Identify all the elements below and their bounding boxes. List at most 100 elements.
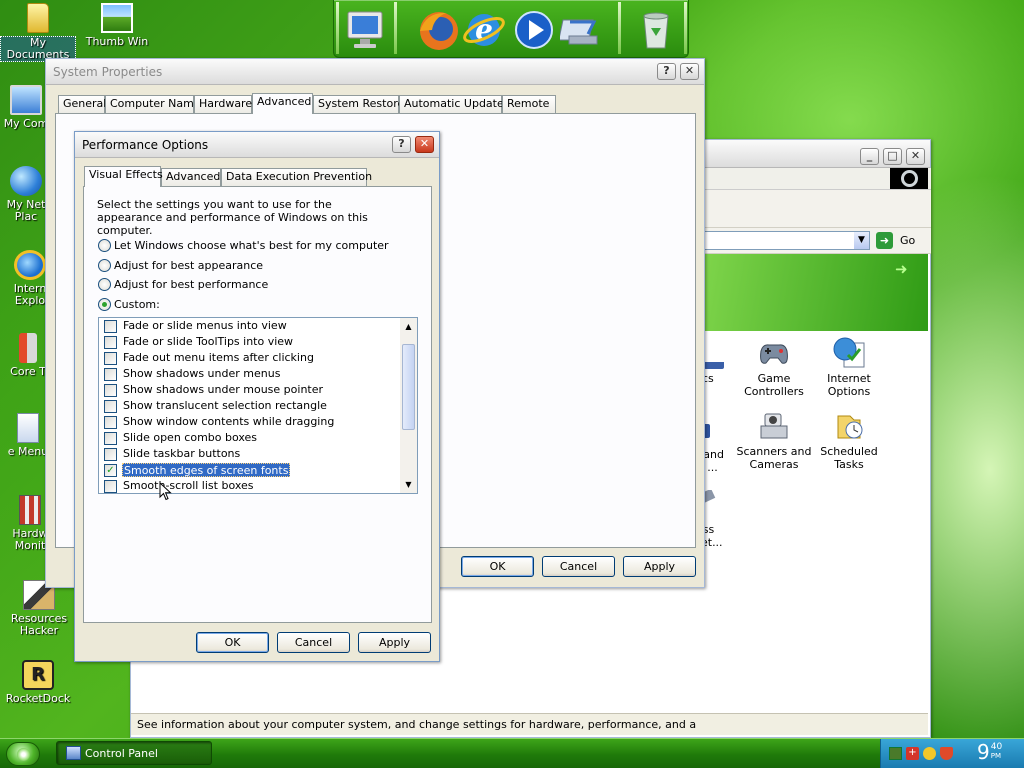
desktop-icon-resource-hacker[interactable]: Resources Hacker: [1, 580, 77, 637]
radio-label: Adjust for best appearance: [114, 259, 264, 272]
apply-button[interactable]: Apply: [623, 556, 696, 577]
apply-button[interactable]: Apply: [358, 632, 431, 653]
control-panel-item-label-line2: Tasks: [834, 458, 864, 471]
go-label: Go: [900, 234, 916, 247]
effect-option[interactable]: Show window contents while dragging: [104, 414, 400, 430]
effect-label: Smooth edges of screen fonts: [122, 463, 291, 477]
effect-option[interactable]: Smooth-scroll list boxes: [104, 478, 400, 493]
tab-remote[interactable]: Remote: [502, 95, 556, 113]
checkbox[interactable]: [104, 368, 117, 381]
effect-option[interactable]: Fade out menu items after clicking: [104, 350, 400, 366]
taskbar-button-control-panel[interactable]: Control Panel: [56, 741, 212, 765]
network-drive-icon[interactable]: [558, 6, 604, 52]
security-center-icon[interactable]: +: [906, 747, 919, 760]
effect-label: Fade or slide ToolTips into view: [123, 335, 294, 348]
maximize-button[interactable]: □: [883, 148, 902, 165]
desktop-icon-thumb-win[interactable]: Thumb Win: [79, 3, 155, 48]
scroll-up-button[interactable]: ▲: [400, 318, 417, 335]
radio-label: Custom:: [114, 298, 160, 311]
tab-data-execution-prevention[interactable]: Data Execution Prevention: [221, 168, 372, 186]
checkbox[interactable]: [104, 416, 117, 429]
network-icon: [10, 166, 42, 196]
control-panel-item-internet-options[interactable]: Internet Options: [810, 335, 888, 398]
checkbox[interactable]: [104, 448, 117, 461]
scroll-thumb[interactable]: [402, 344, 415, 430]
effect-label: Slide open combo boxes: [123, 431, 258, 444]
shield-icon[interactable]: [940, 747, 953, 760]
effect-option[interactable]: Show shadows under menus: [104, 366, 400, 382]
desktop-icon-rocketdock[interactable]: R RocketDock: [0, 660, 76, 705]
close-button[interactable]: ✕: [680, 63, 699, 80]
checkbox[interactable]: [104, 320, 117, 333]
tool-icon: [19, 333, 37, 363]
scroll-down-button[interactable]: ▼: [400, 476, 417, 493]
checkbox[interactable]: ✓: [104, 464, 117, 477]
help-button[interactable]: ?: [657, 63, 676, 80]
photo-icon: [101, 3, 133, 33]
control-panel-item-scheduled-tasks[interactable]: Scheduled Tasks: [810, 410, 888, 471]
radio-label: Let Windows choose what's best for my co…: [114, 239, 389, 252]
desktop-icon-label: e Menu: [7, 445, 49, 458]
start-button[interactable]: [6, 742, 40, 766]
effects-list[interactable]: Fade or slide menus into view Fade or sli…: [98, 317, 418, 494]
clock[interactable]: 9 40 PM: [977, 740, 1002, 764]
checkbox[interactable]: [104, 384, 117, 397]
effect-option[interactable]: Show shadows under mouse pointer: [104, 382, 400, 398]
effect-option[interactable]: Slide open combo boxes: [104, 430, 400, 446]
control-panel-item-label-line2: Cameras: [749, 458, 799, 471]
control-panel-item-game-controllers[interactable]: Game Controllers: [735, 337, 813, 398]
checkbox[interactable]: [104, 352, 117, 365]
effect-option[interactable]: Fade or slide menus into view: [104, 318, 400, 334]
desktop-icon-my-documents[interactable]: My Documents: [0, 3, 76, 62]
ok-button[interactable]: OK: [196, 632, 269, 653]
chevron-down-icon[interactable]: ▼: [854, 232, 869, 249]
cancel-button[interactable]: Cancel: [542, 556, 615, 577]
tab-visual-effects[interactable]: Visual Effects: [84, 166, 163, 187]
close-button[interactable]: ✕: [415, 136, 434, 153]
effect-option[interactable]: Show translucent selection rectangle: [104, 398, 400, 414]
effect-label: Fade or slide menus into view: [123, 319, 287, 332]
help-button[interactable]: ?: [392, 136, 411, 153]
performance-options-window: Performance Options ? ✕ Visual Effects A…: [74, 131, 440, 662]
radio-dot: [98, 239, 111, 252]
radio-dot: [98, 259, 111, 272]
scrollbar[interactable]: ▲ ▼: [400, 318, 417, 493]
tab-system-restore[interactable]: System Restore: [313, 95, 404, 113]
internet-explorer-icon[interactable]: e: [462, 6, 506, 52]
media-player-icon[interactable]: [512, 6, 556, 52]
computer-icon: [10, 85, 42, 115]
checkbox[interactable]: [104, 432, 117, 445]
scheduled-tasks-icon: [837, 415, 863, 439]
monitor-icon[interactable]: [344, 6, 388, 52]
checkbox[interactable]: [104, 336, 117, 349]
effect-option[interactable]: Slide taskbar buttons: [104, 446, 400, 462]
partial-icon-edge: [704, 362, 724, 369]
firefox-icon[interactable]: [416, 6, 460, 52]
close-button[interactable]: ✕: [906, 148, 925, 165]
effect-option[interactable]: Fade or slide ToolTips into view: [104, 334, 400, 350]
effect-label: Show window contents while dragging: [123, 415, 335, 428]
desktop-icon-label-line2: Plac: [14, 210, 38, 223]
desktop-icon-label-line2: Explo: [14, 294, 46, 307]
cancel-button[interactable]: Cancel: [277, 632, 350, 653]
tab-advanced[interactable]: Advanced: [252, 93, 313, 114]
tab-advanced[interactable]: Advanced: [161, 168, 221, 186]
network-icon[interactable]: [889, 747, 902, 760]
control-panel-item-scanners-and-cameras[interactable]: Scanners and Cameras: [735, 410, 813, 471]
desktop-icon-label-line2: Hacker: [19, 624, 59, 637]
effect-option[interactable]: ✓ Smooth edges of screen fonts: [104, 462, 400, 478]
tab-automatic-updates[interactable]: Automatic Updates: [399, 95, 509, 113]
go-button[interactable]: ➜ Go: [876, 231, 922, 250]
ok-button[interactable]: OK: [461, 556, 534, 577]
smiley-icon[interactable]: [923, 747, 936, 760]
effect-label: Show translucent selection rectangle: [123, 399, 327, 412]
effect-label: Smooth-scroll list boxes: [123, 479, 254, 492]
tab-computer-name[interactable]: Computer Name: [105, 95, 201, 113]
recycle-bin-icon[interactable]: [634, 6, 678, 52]
tab-hardware[interactable]: Hardware: [194, 95, 252, 113]
arrow-right-icon[interactable]: ➜: [895, 260, 908, 278]
minimize-button[interactable]: _: [860, 148, 879, 165]
checkbox[interactable]: [104, 480, 117, 493]
tab-general[interactable]: General: [58, 95, 106, 113]
checkbox[interactable]: [104, 400, 117, 413]
